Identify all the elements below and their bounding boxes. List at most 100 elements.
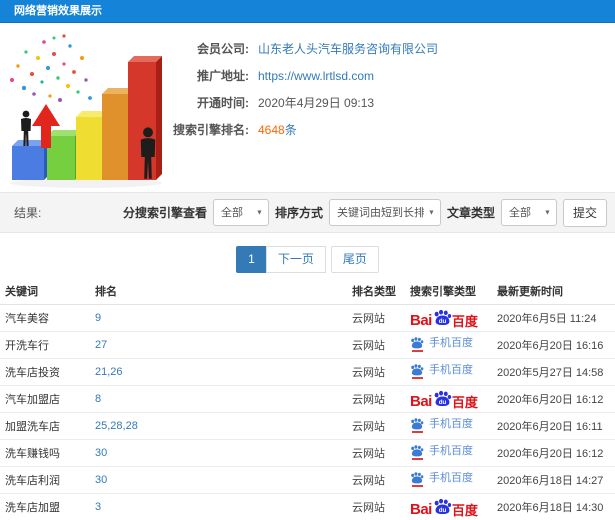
updated-cell: 2020年6月20日 16:12 <box>497 448 604 460</box>
baidu-mobile-label: 手机百度 <box>429 337 473 349</box>
header-keyword: 关键词 <box>5 286 38 298</box>
bar-green <box>47 130 81 180</box>
search-engine-cell: 手机百度 <box>410 417 497 436</box>
header-rank-type: 排名类型 <box>352 286 396 298</box>
baidu-mobile-logo: 手机百度 <box>410 417 473 433</box>
baidu-mobile-logo: 手机百度 <box>410 336 473 352</box>
promo-url-label: 推广地址: <box>197 69 249 83</box>
updated-cell: 2020年6月20日 16:11 <box>497 421 603 433</box>
baidu-paw-icon <box>411 444 424 456</box>
baidu-mobile-label: 手机百度 <box>429 364 473 376</box>
baidu-logo-bai: Bai <box>410 501 432 518</box>
svg-text:du: du <box>439 507 447 514</box>
open-time-value: 2020年4月29日 09:13 <box>258 96 375 110</box>
search-engine-cell: 手机百度 <box>410 336 497 355</box>
member-info-list: 会员公司: 山东老人头汽车服务咨询有限公司 推广地址: https://www.… <box>167 36 438 144</box>
confetti-dots <box>10 34 92 102</box>
marketing-report-page: 网络营销效果展示 会员公司: 山东老人头汽车服务咨询有限公司 推广地址: htt… <box>0 0 615 520</box>
keyword-cell: 洗车店利润 <box>5 475 60 487</box>
engine-filter-select[interactable]: 全部 <box>213 200 268 225</box>
keyword-cell: 开洗车行 <box>5 340 49 352</box>
baidu-mobile-logo: 手机百度 <box>410 471 473 487</box>
updated-cell: 2020年6月18日 14:27 <box>497 475 604 487</box>
table-row: 洗车店利润 30 云网站 手机百度 2020年6月18日 14:27 <box>0 467 615 494</box>
next-page-button[interactable]: 下一页 <box>265 246 326 273</box>
red-underline <box>411 484 423 487</box>
pagination: 1 下一页 尾页 <box>0 246 615 273</box>
search-engine-cell: Bai du 百度 <box>410 389 497 409</box>
sort-select-wrap: 关键词由短到长排序 ▼ <box>328 199 441 226</box>
header-rank: 排名 <box>95 286 117 298</box>
keyword-cell: 洗车店投资 <box>5 367 60 379</box>
promo-url-link[interactable]: https://www.lrtlsd.com <box>258 69 374 83</box>
baidu-paw-icon <box>411 336 424 348</box>
page-1-button[interactable]: 1 <box>236 246 267 273</box>
red-underline <box>411 430 423 433</box>
search-engine-cell: Bai du 百度 <box>410 308 497 328</box>
red-underline <box>411 349 423 352</box>
table-row: 开洗车行 27 云网站 手机百度 2020年6月20日 16:16 <box>0 332 615 359</box>
baidu-mobile-label: 手机百度 <box>429 418 473 430</box>
rank-type-cell: 云网站 <box>352 340 385 352</box>
baidu-paw-icon: du <box>434 309 451 325</box>
rank-type-cell: 云网站 <box>352 502 385 514</box>
article-type-select[interactable]: 全部 <box>501 200 556 225</box>
rank-link[interactable]: 8 <box>95 393 101 405</box>
updated-cell: 2020年6月18日 14:30 <box>497 502 604 514</box>
open-time-label: 开通时间: <box>197 96 249 110</box>
article-type-select-wrap: 全部 ▼ <box>500 199 557 226</box>
table-row: 洗车店投资 21,26 云网站 手机百度 2020年5月27日 14:58 <box>0 359 615 386</box>
baidu-pc-logo: Bai du 百度 <box>410 497 478 517</box>
rank-count: 4648 <box>258 123 285 137</box>
baidu-paw-icon <box>411 471 424 483</box>
red-underline <box>411 376 423 379</box>
baidu-logo-cn: 百度 <box>451 503 478 518</box>
rank-link[interactable]: 27 <box>95 339 107 351</box>
rank-type-cell: 云网站 <box>352 421 385 433</box>
svg-text:du: du <box>439 318 447 325</box>
baidu-mobile-logo: 手机百度 <box>410 444 473 460</box>
engine-rank-value: 4648条 <box>258 117 438 144</box>
keyword-cell: 洗车赚钱吗 <box>5 448 60 460</box>
sort-select[interactable]: 关键词由短到长排序 <box>329 200 440 225</box>
rank-type-cell: 云网站 <box>352 448 385 460</box>
updated-cell: 2020年5月27日 14:58 <box>497 367 604 379</box>
updated-cell: 2020年6月20日 16:12 <box>497 394 604 406</box>
rank-link[interactable]: 9 <box>95 312 101 324</box>
baidu-mobile-paw-icon <box>410 336 424 352</box>
table-row: 汽车加盟店 8 云网站 Bai du 百度 2020年6月20日 16:12 <box>0 386 615 413</box>
keyword-cell: 加盟洗车店 <box>5 421 60 433</box>
baidu-mobile-label: 手机百度 <box>429 445 473 457</box>
table-header-row: 关键词 排名 排名类型 搜索引擎类型 最新更新时间 <box>0 278 615 305</box>
baidu-pc-logo: Bai du 百度 <box>410 308 478 328</box>
engine-rank-label: 搜索引擎排名: <box>173 123 249 137</box>
engine-filter-select-wrap: 全部 ▼ <box>212 199 269 226</box>
company-label: 会员公司: <box>197 42 249 56</box>
baidu-paw-icon: du <box>434 390 451 406</box>
article-type-label: 文章类型 <box>446 206 495 220</box>
keyword-ranking-table: 关键词 排名 排名类型 搜索引擎类型 最新更新时间 汽车美容 9 云网站 Bai… <box>0 278 615 520</box>
updated-cell: 2020年6月20日 16:16 <box>497 340 604 352</box>
rank-link[interactable]: 30 <box>95 447 107 459</box>
baidu-logo-cn: 百度 <box>451 395 478 410</box>
baidu-mobile-paw-icon <box>410 471 424 487</box>
rank-type-cell: 云网站 <box>352 475 385 487</box>
baidu-mobile-logo: 手机百度 <box>410 363 473 379</box>
rank-link[interactable]: 21,26 <box>95 366 123 378</box>
rank-link[interactable]: 3 <box>95 501 101 513</box>
company-name-link[interactable]: 山东老人头汽车服务咨询有限公司 <box>258 42 438 56</box>
result-label: 结果: <box>14 206 42 220</box>
rank-type-cell: 云网站 <box>352 394 385 406</box>
submit-button[interactable]: 提交 <box>562 198 607 227</box>
sort-label: 排序方式 <box>274 206 323 220</box>
keyword-cell: 洗车店加盟 <box>5 502 60 514</box>
keyword-cell: 汽车美容 <box>5 313 49 325</box>
rank-link[interactable]: 25,28,28 <box>95 420 138 432</box>
search-engine-cell: 手机百度 <box>410 444 497 463</box>
baidu-mobile-paw-icon <box>410 417 424 433</box>
rank-type-cell: 云网站 <box>352 313 385 325</box>
rank-link[interactable]: 30 <box>95 474 107 486</box>
last-page-button[interactable]: 尾页 <box>330 246 379 273</box>
header-updated: 最新更新时间 <box>497 286 563 298</box>
page-title: 网络营销效果展示 <box>14 5 102 17</box>
